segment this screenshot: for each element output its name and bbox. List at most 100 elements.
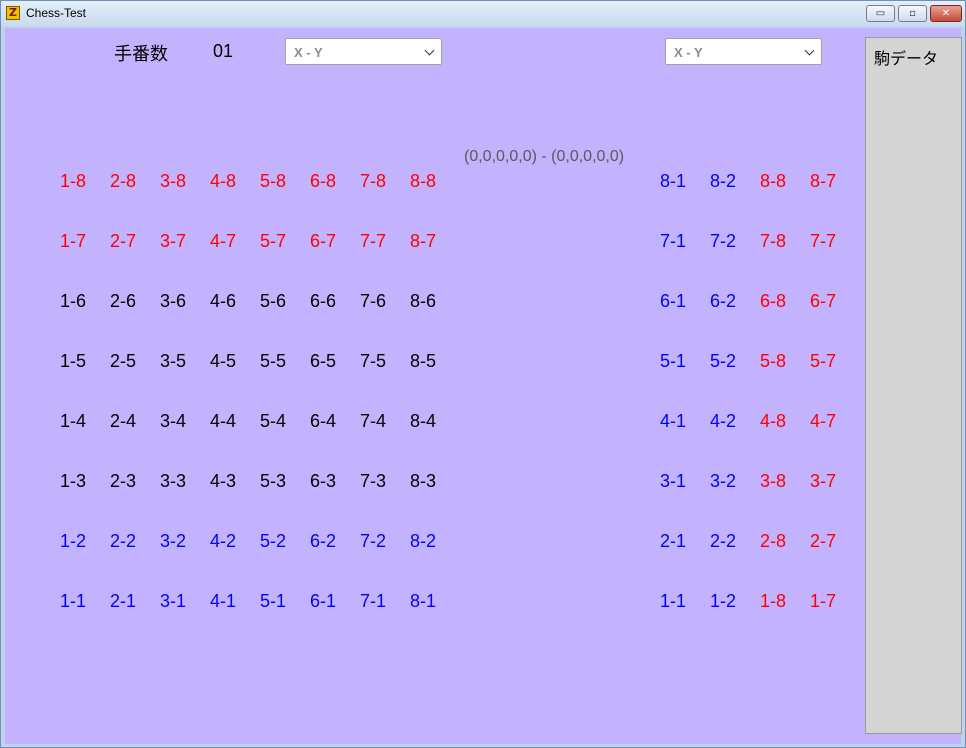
captured-square[interactable]: 6-1: [651, 291, 695, 312]
board-square[interactable]: 6-7: [301, 231, 345, 252]
board-square[interactable]: 7-6: [351, 291, 395, 312]
board-square[interactable]: 5-4: [251, 411, 295, 432]
captured-square[interactable]: 2-2: [701, 531, 745, 552]
minimize-button[interactable]: ▭: [866, 5, 895, 22]
captured-square[interactable]: 8-1: [651, 171, 695, 192]
board-square[interactable]: 7-7: [351, 231, 395, 252]
board-square[interactable]: 3-3: [151, 471, 195, 492]
captured-square[interactable]: 4-7: [801, 411, 845, 432]
board-square[interactable]: 6-4: [301, 411, 345, 432]
board-square[interactable]: 3-6: [151, 291, 195, 312]
captured-square[interactable]: 5-2: [701, 351, 745, 372]
board-square[interactable]: 7-5: [351, 351, 395, 372]
captured-square[interactable]: 4-2: [701, 411, 745, 432]
board-square[interactable]: 8-6: [401, 291, 445, 312]
captured-square[interactable]: 1-7: [801, 591, 845, 612]
board-square[interactable]: 2-5: [101, 351, 145, 372]
board-square[interactable]: 7-2: [351, 531, 395, 552]
board-square[interactable]: 5-5: [251, 351, 295, 372]
coordinate-select-right[interactable]: X - Y: [665, 38, 822, 65]
board-square[interactable]: 5-8: [251, 171, 295, 192]
board-square[interactable]: 6-3: [301, 471, 345, 492]
board-square[interactable]: 4-8: [201, 171, 245, 192]
board-square[interactable]: 2-4: [101, 411, 145, 432]
board-square[interactable]: 7-4: [351, 411, 395, 432]
board-square[interactable]: 6-6: [301, 291, 345, 312]
board-square[interactable]: 4-7: [201, 231, 245, 252]
close-button[interactable]: ✕: [930, 5, 962, 22]
board-square[interactable]: 3-1: [151, 591, 195, 612]
board-square[interactable]: 2-1: [101, 591, 145, 612]
board-square[interactable]: 3-5: [151, 351, 195, 372]
board-square[interactable]: 3-4: [151, 411, 195, 432]
board-square[interactable]: 8-5: [401, 351, 445, 372]
captured-square[interactable]: 5-7: [801, 351, 845, 372]
captured-square[interactable]: 8-2: [701, 171, 745, 192]
board-square[interactable]: 7-8: [351, 171, 395, 192]
board-square[interactable]: 4-5: [201, 351, 245, 372]
board-square[interactable]: 8-3: [401, 471, 445, 492]
board-square[interactable]: 5-1: [251, 591, 295, 612]
captured-square[interactable]: 2-7: [801, 531, 845, 552]
coordinate-select-left[interactable]: X - Y: [285, 38, 442, 65]
board-square[interactable]: 8-7: [401, 231, 445, 252]
captured-square[interactable]: 3-8: [751, 471, 795, 492]
captured-square[interactable]: 1-1: [651, 591, 695, 612]
captured-square[interactable]: 7-8: [751, 231, 795, 252]
board-square[interactable]: 4-6: [201, 291, 245, 312]
board-square[interactable]: 3-8: [151, 171, 195, 192]
board-square[interactable]: 7-1: [351, 591, 395, 612]
board-square[interactable]: 1-3: [51, 471, 95, 492]
captured-square[interactable]: 7-7: [801, 231, 845, 252]
captured-square[interactable]: 1-2: [701, 591, 745, 612]
board-square[interactable]: 1-7: [51, 231, 95, 252]
captured-square[interactable]: 7-1: [651, 231, 695, 252]
board-square[interactable]: 6-5: [301, 351, 345, 372]
captured-square[interactable]: 5-8: [751, 351, 795, 372]
board-square[interactable]: 4-2: [201, 531, 245, 552]
board-square[interactable]: 7-3: [351, 471, 395, 492]
board-square[interactable]: 2-7: [101, 231, 145, 252]
board-square[interactable]: 2-2: [101, 531, 145, 552]
board-square[interactable]: 4-1: [201, 591, 245, 612]
captured-square[interactable]: 2-8: [751, 531, 795, 552]
captured-square[interactable]: 3-2: [701, 471, 745, 492]
board-square[interactable]: 1-8: [51, 171, 95, 192]
board-square[interactable]: 4-3: [201, 471, 245, 492]
board-square[interactable]: 1-2: [51, 531, 95, 552]
captured-square[interactable]: 6-7: [801, 291, 845, 312]
board-square[interactable]: 1-5: [51, 351, 95, 372]
board-square[interactable]: 6-8: [301, 171, 345, 192]
board-square[interactable]: 8-4: [401, 411, 445, 432]
board-square[interactable]: 4-4: [201, 411, 245, 432]
board-square[interactable]: 8-1: [401, 591, 445, 612]
captured-square[interactable]: 7-2: [701, 231, 745, 252]
board-square[interactable]: 1-1: [51, 591, 95, 612]
captured-square[interactable]: 1-8: [751, 591, 795, 612]
maximize-button[interactable]: ▫: [898, 5, 927, 22]
board-square[interactable]: 5-7: [251, 231, 295, 252]
board-square[interactable]: 5-2: [251, 531, 295, 552]
board-square[interactable]: 2-8: [101, 171, 145, 192]
board-square[interactable]: 2-3: [101, 471, 145, 492]
captured-square[interactable]: 3-7: [801, 471, 845, 492]
captured-square[interactable]: 6-8: [751, 291, 795, 312]
board-square[interactable]: 8-8: [401, 171, 445, 192]
board-square[interactable]: 1-4: [51, 411, 95, 432]
board-square[interactable]: 3-2: [151, 531, 195, 552]
board-square[interactable]: 3-7: [151, 231, 195, 252]
captured-square[interactable]: 4-1: [651, 411, 695, 432]
captured-square[interactable]: 8-8: [751, 171, 795, 192]
captured-square[interactable]: 5-1: [651, 351, 695, 372]
board-square[interactable]: 8-2: [401, 531, 445, 552]
board-square[interactable]: 2-6: [101, 291, 145, 312]
board-square[interactable]: 6-1: [301, 591, 345, 612]
board-square[interactable]: 5-3: [251, 471, 295, 492]
board-square[interactable]: 5-6: [251, 291, 295, 312]
board-square[interactable]: 6-2: [301, 531, 345, 552]
captured-square[interactable]: 6-2: [701, 291, 745, 312]
board-square[interactable]: 1-6: [51, 291, 95, 312]
captured-square[interactable]: 4-8: [751, 411, 795, 432]
captured-square[interactable]: 8-7: [801, 171, 845, 192]
captured-square[interactable]: 3-1: [651, 471, 695, 492]
